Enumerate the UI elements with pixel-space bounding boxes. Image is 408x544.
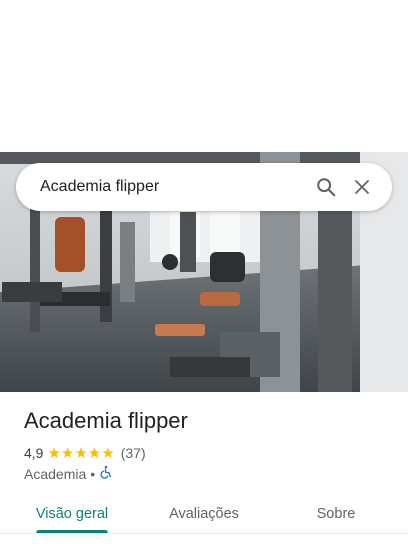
place-title: Academia flipper (24, 408, 188, 433)
wheelchair-accessible-icon (99, 465, 113, 482)
search-icon[interactable] (308, 169, 344, 205)
tab-reviews[interactable]: Avaliações (156, 496, 252, 532)
place-tabs: Visão geral Avaliações Sobre (0, 496, 408, 536)
rating-value: 4,9 (24, 445, 44, 461)
rating-row[interactable]: 4,9 ★★★★★ (37) (24, 444, 146, 462)
search-input[interactable]: Academia flipper (40, 178, 308, 196)
separator-dot: • (90, 465, 96, 482)
tabs-divider (0, 533, 408, 534)
tab-overview[interactable]: Visão geral (24, 496, 120, 532)
category-row: Academia • (24, 465, 113, 482)
close-icon[interactable] (344, 169, 380, 205)
review-count[interactable]: (37) (121, 445, 146, 461)
star-rating-icon: ★★★★★ (47, 445, 115, 462)
category-label: Academia (24, 465, 87, 482)
tab-about[interactable]: Sobre (288, 496, 384, 532)
search-bar[interactable]: Academia flipper (16, 163, 392, 211)
